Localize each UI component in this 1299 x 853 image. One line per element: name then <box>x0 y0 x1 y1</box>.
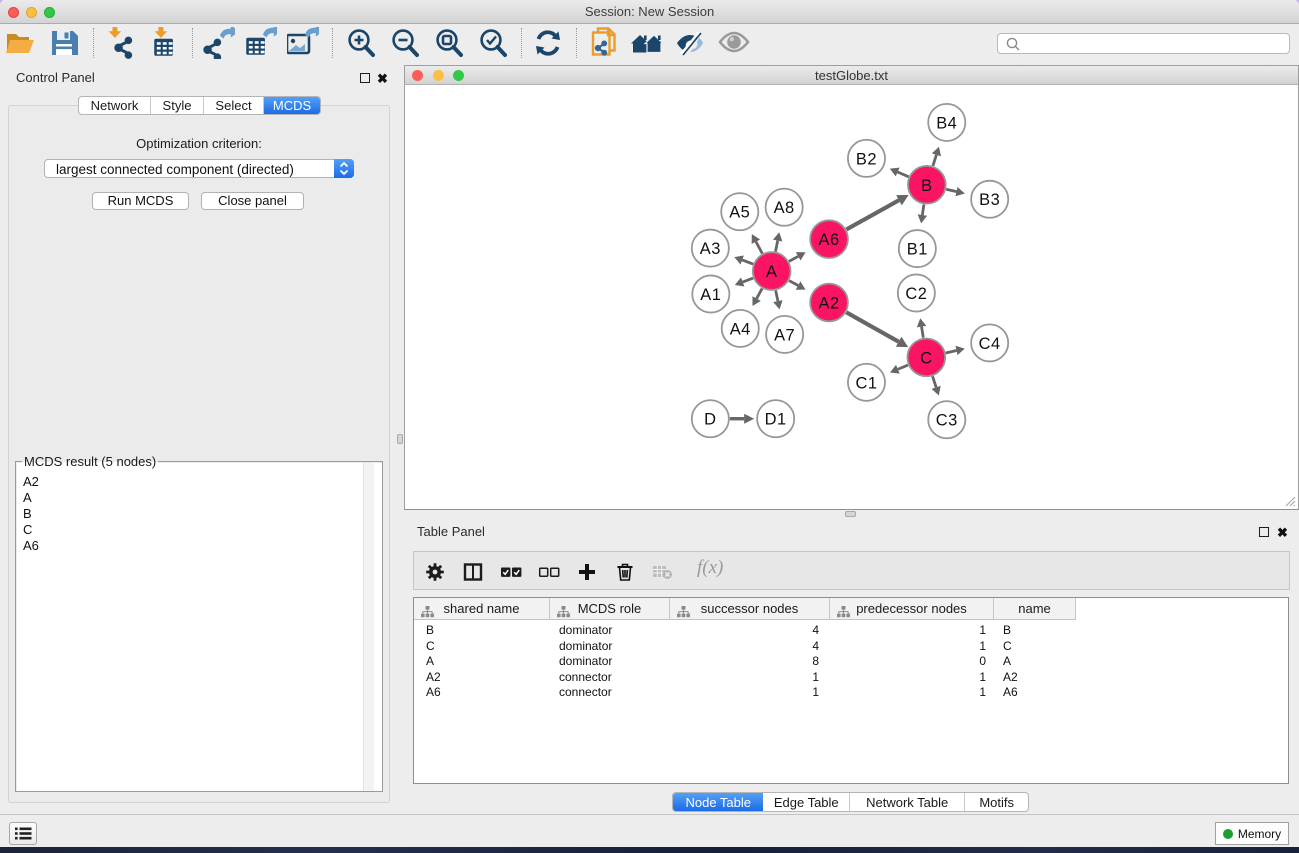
svg-text:A5: A5 <box>729 204 750 222</box>
svg-text:A4: A4 <box>730 320 751 338</box>
svg-text:A7: A7 <box>774 326 795 344</box>
svg-text:B: B <box>921 177 932 195</box>
svg-text:C1: C1 <box>855 374 877 392</box>
svg-text:D: D <box>704 411 716 429</box>
svg-text:B3: B3 <box>979 191 1000 209</box>
svg-text:C: C <box>920 349 932 367</box>
svg-text:A2: A2 <box>818 294 839 312</box>
svg-text:C4: C4 <box>979 335 1001 353</box>
svg-text:B2: B2 <box>856 150 877 168</box>
svg-text:A: A <box>766 263 777 281</box>
svg-text:C2: C2 <box>905 285 927 303</box>
svg-text:A3: A3 <box>700 240 721 258</box>
svg-text:A1: A1 <box>700 286 721 304</box>
svg-text:A6: A6 <box>818 231 839 249</box>
svg-text:B1: B1 <box>907 241 928 259</box>
svg-text:C3: C3 <box>936 412 958 430</box>
svg-text:B4: B4 <box>936 114 957 132</box>
svg-text:A8: A8 <box>774 199 795 217</box>
svg-text:D1: D1 <box>765 411 787 429</box>
